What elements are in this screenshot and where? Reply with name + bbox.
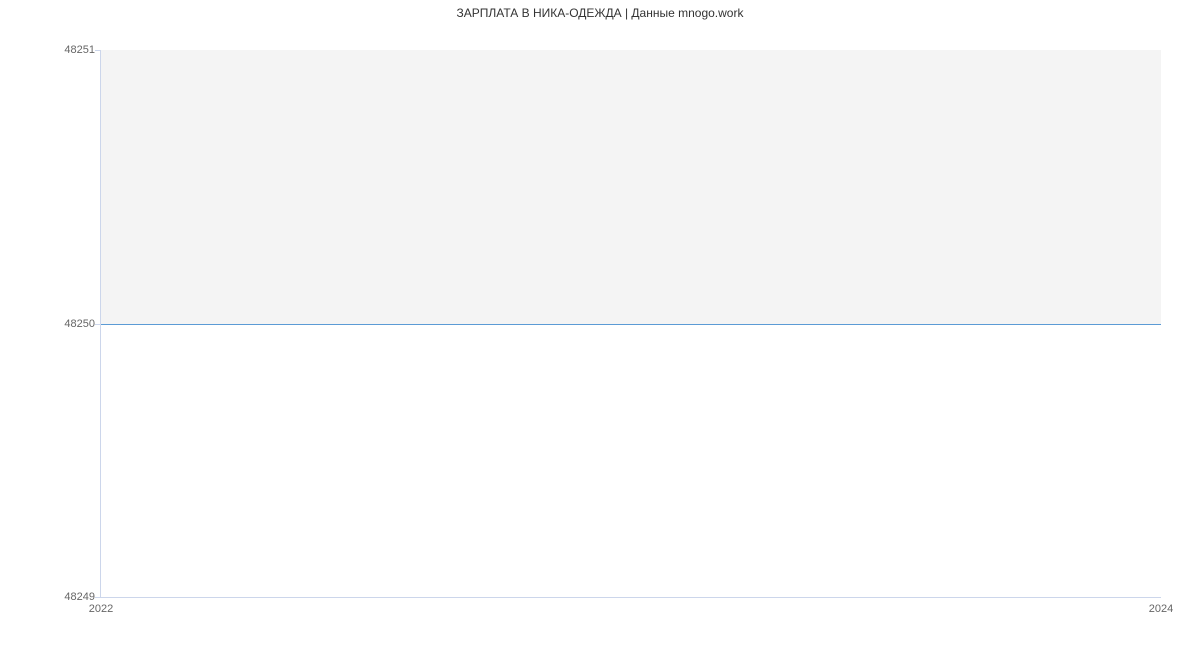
y-tick-label: 48249: [64, 591, 95, 603]
x-tick-label: 2024: [1149, 603, 1173, 615]
y-tick-label: 48250: [64, 318, 95, 330]
plot-band-lower: [101, 324, 1161, 598]
y-tick-label: 48251: [64, 44, 95, 56]
chart-title: ЗАРПЛАТА В НИКА-ОДЕЖДА | Данные mnogo.wo…: [0, 6, 1200, 20]
y-tick-mark: [95, 597, 101, 598]
plot-area: 48251 48250 48249 2022 2024: [100, 50, 1161, 598]
y-tick-mark: [95, 50, 101, 51]
salary-chart: ЗАРПЛАТА В НИКА-ОДЕЖДА | Данные mnogo.wo…: [0, 0, 1200, 650]
series-line: [101, 324, 1161, 325]
y-tick-mark: [95, 324, 101, 325]
plot-band-upper: [101, 50, 1161, 324]
x-tick-label: 2022: [89, 603, 113, 615]
